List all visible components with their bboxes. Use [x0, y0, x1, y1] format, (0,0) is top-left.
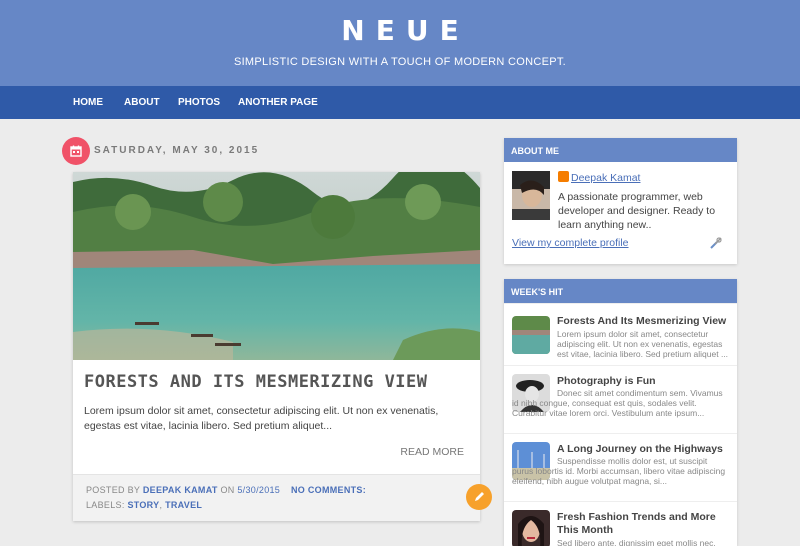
blogger-icon	[558, 171, 569, 182]
label-link-travel[interactable]: TRAVEL	[165, 500, 202, 510]
view-profile-link[interactable]: View my complete profile	[512, 237, 629, 249]
labels-label: LABELS:	[86, 500, 125, 510]
nav-item-another-page[interactable]: ANOTHER PAGE	[238, 97, 318, 108]
popular-post-snippet: Donec sit amet condimentum sem. Vivamus …	[512, 388, 723, 418]
date-badge	[62, 137, 90, 165]
popular-post-thumbnail[interactable]	[512, 510, 550, 546]
main-nav: HOME ABOUT PHOTOS ANOTHER PAGE	[0, 86, 800, 119]
popular-post-title[interactable]: Photography is Fun	[557, 375, 731, 388]
label-separator: ,	[159, 500, 163, 510]
popular-post-title[interactable]: Fresh Fashion Trends and More This Month	[557, 511, 731, 537]
popular-post-item[interactable]: Forests And Its Mesmerizing View Lorem i…	[504, 303, 737, 365]
nav-item-home[interactable]: HOME	[73, 97, 103, 108]
post-excerpt: Lorem ipsum dolor sit amet, consectetur …	[84, 405, 439, 432]
nav-item-about[interactable]: ABOUT	[124, 97, 160, 108]
popular-post-snippet: Sed libero ante, dignissim eget mollis n…	[557, 538, 716, 546]
edit-post-button[interactable]	[466, 484, 492, 510]
label-link-story[interactable]: STORY	[127, 500, 159, 510]
pencil-icon	[475, 492, 484, 501]
weeks-hit-widget: WEEK'S HIT Forests And Its Mesmerizing V…	[504, 279, 737, 546]
profile-name-link[interactable]: Deepak Kamat	[571, 172, 640, 184]
avatar[interactable]	[512, 171, 550, 220]
author-link[interactable]: DEEPAK KAMAT	[143, 485, 218, 495]
popular-post-item[interactable]: Fresh Fashion Trends and More This Month…	[504, 501, 737, 546]
post-date-heading: SATURDAY, MAY 30, 2015	[94, 145, 260, 156]
calendar-icon	[70, 145, 82, 157]
popular-post-item[interactable]: Photography is Fun Donec sit amet condim…	[504, 365, 737, 433]
about-me-widget: ABOUT ME Deepak Kamat A passionate progr…	[504, 138, 737, 264]
post-date-link[interactable]: 5/30/2015	[237, 485, 280, 495]
post-meta-line: POSTED BY DEEPAK KAMAT ON 5/30/2015 NO C…	[86, 485, 366, 495]
comments-link[interactable]: NO COMMENTS:	[291, 485, 366, 495]
post-footer: POSTED BY DEEPAK KAMAT ON 5/30/2015 NO C…	[73, 474, 480, 521]
site-title[interactable]: NEUE	[0, 14, 800, 47]
about-description: A passionate programmer, web developer a…	[558, 191, 716, 231]
popular-post-title[interactable]: Forests And Its Mesmerizing View	[557, 315, 731, 328]
on-label: ON	[220, 485, 235, 495]
nav-item-photos[interactable]: PHOTOS	[178, 97, 220, 108]
about-me-heading: ABOUT ME	[504, 138, 737, 162]
posted-by-label: POSTED BY	[86, 485, 141, 495]
popular-post-snippet: Lorem ipsum dolor sit amet, consectetur …	[557, 329, 729, 359]
read-more-link[interactable]: READ MORE	[400, 446, 464, 458]
post-image[interactable]	[73, 172, 480, 360]
popular-post-title[interactable]: A Long Journey on the Highways	[557, 443, 731, 456]
site-tagline: SIMPLISTIC DESIGN WITH A TOUCH OF MODERN…	[233, 56, 567, 68]
popular-post-thumbnail[interactable]	[512, 316, 550, 354]
tools-icon[interactable]	[709, 236, 723, 250]
popular-post-item[interactable]: A Long Journey on the Highways Suspendis…	[504, 433, 737, 501]
popular-post-snippet: Suspendisse mollis dolor est, ut suscipi…	[512, 456, 726, 486]
site-header: NEUE SIMPLISTIC DESIGN WITH A TOUCH OF M…	[0, 0, 800, 86]
post-labels-line: LABELS: STORY, TRAVEL	[86, 500, 202, 510]
post-card: FORESTS AND ITS MESMERIZING VIEW Lorem i…	[73, 172, 480, 521]
weeks-hit-heading: WEEK'S HIT	[504, 279, 737, 303]
post-title[interactable]: FORESTS AND ITS MESMERIZING VIEW	[84, 372, 428, 392]
